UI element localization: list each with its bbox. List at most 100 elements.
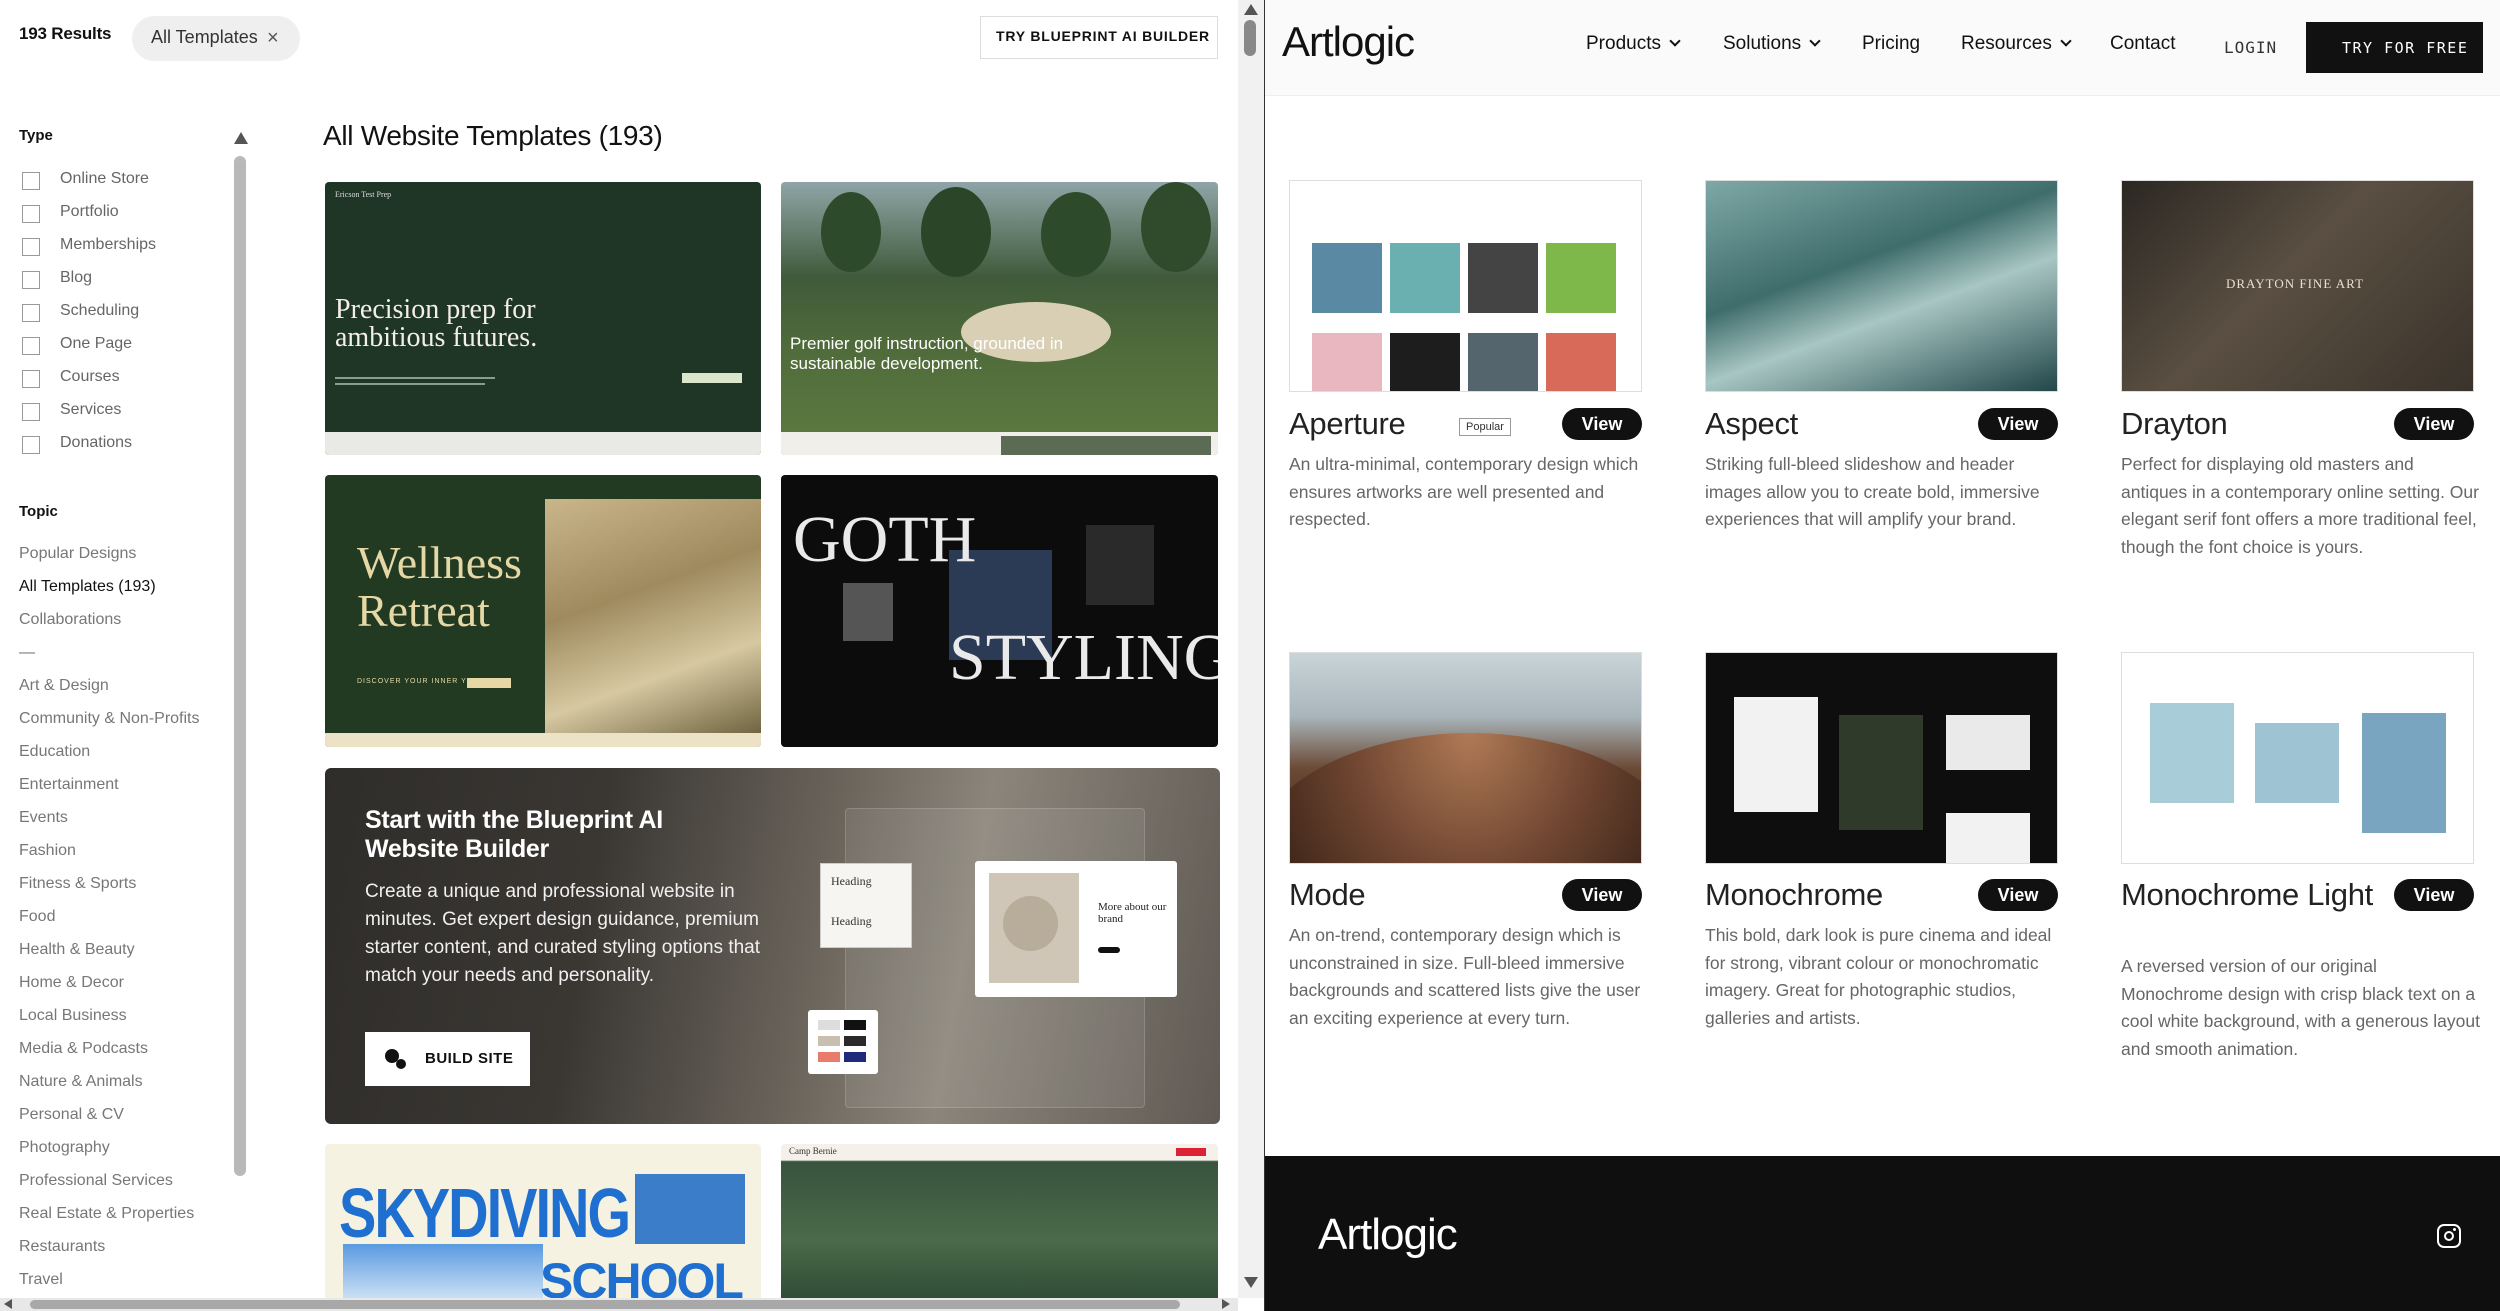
- topic-events[interactable]: Events: [19, 809, 68, 827]
- topic-travel[interactable]: Travel: [19, 1271, 63, 1289]
- topic-local-business[interactable]: Local Business: [19, 1007, 127, 1025]
- template-card-golf[interactable]: Premier golf instruction, grounded in su…: [781, 182, 1218, 455]
- collapse-arrow-icon[interactable]: [234, 132, 248, 144]
- topic-media-podcasts[interactable]: Media & Podcasts: [19, 1040, 148, 1058]
- template-name-monochrome: Monochrome: [1705, 877, 1883, 912]
- view-button-mode[interactable]: View: [1562, 879, 1642, 911]
- checkbox-label: Memberships: [60, 236, 157, 253]
- login-link[interactable]: LOGIN: [2224, 38, 2277, 57]
- filter-chip-all-templates[interactable]: All Templates ×: [132, 16, 300, 61]
- checkbox[interactable]: [22, 436, 40, 454]
- topic-food[interactable]: Food: [19, 908, 55, 926]
- checkbox[interactable]: [22, 238, 40, 256]
- checkbox[interactable]: [22, 403, 40, 421]
- footer-logo[interactable]: Artlogic: [1318, 1210, 1458, 1260]
- chevron-down-icon: [1669, 35, 1681, 47]
- template-headline: SKYDIVING: [339, 1173, 631, 1252]
- checkbox[interactable]: [22, 370, 40, 388]
- aspect-thumbnail[interactable]: [1705, 180, 2058, 392]
- topic-real-estate[interactable]: Real Estate & Properties: [19, 1205, 194, 1223]
- topic-professional-services[interactable]: Professional Services: [19, 1172, 173, 1190]
- template-card-wellness[interactable]: Wellness Retreat DISCOVER YOUR INNER YOU: [325, 475, 761, 747]
- checkbox-label: Services: [60, 401, 122, 418]
- checkbox[interactable]: [22, 271, 40, 289]
- site-header: Artlogic Products Solutions Pricing Reso…: [1265, 0, 2500, 96]
- topic-community[interactable]: Community & Non-Profits: [19, 710, 200, 728]
- checkbox[interactable]: [22, 304, 40, 322]
- view-button-aperture[interactable]: View: [1562, 408, 1642, 440]
- topic-all-templates[interactable]: All Templates (193): [19, 578, 156, 596]
- results-count: 193 Results: [19, 24, 112, 43]
- topic-education[interactable]: Education: [19, 743, 90, 761]
- filter-chip-label: All Templates: [151, 27, 258, 47]
- nav-label: Contact: [2110, 33, 2176, 54]
- template-sub: DISCOVER YOUR INNER YOU: [357, 678, 480, 685]
- mode-thumbnail[interactable]: [1289, 652, 1642, 864]
- topic-art-design[interactable]: Art & Design: [19, 677, 109, 695]
- template-brand: Camp Bernie: [789, 1146, 837, 1156]
- topic-photography[interactable]: Photography: [19, 1139, 110, 1157]
- topic-separator: —: [19, 644, 35, 661]
- sidebar-scrollbar[interactable]: [234, 156, 246, 1176]
- drayton-overlay-text: DRAYTON FINE ART: [2226, 276, 2365, 291]
- topic-personal-cv[interactable]: Personal & CV: [19, 1106, 124, 1124]
- nav-contact[interactable]: Contact: [2110, 33, 2175, 55]
- template-card-goth-styling[interactable]: GOTH STYLING: [781, 475, 1218, 747]
- type-filter-title: Type: [19, 127, 53, 144]
- topic-fitness-sports[interactable]: Fitness & Sports: [19, 875, 136, 893]
- page-horizontal-scrollbar[interactable]: [0, 1298, 1238, 1311]
- artlogic-logo[interactable]: Artlogic: [1282, 18, 1415, 66]
- template-desc-drayton: Perfect for displaying old masters and a…: [2121, 454, 2479, 557]
- checkbox-label: Portfolio: [60, 203, 119, 220]
- monochrome-thumbnail[interactable]: [1705, 652, 2058, 864]
- page-vertical-scrollbar[interactable]: [1238, 0, 1264, 1298]
- mock-more-text: More about our brand: [1098, 901, 1167, 925]
- template-card-skydiving[interactable]: SKYDIVING SCHOOL: [325, 1144, 761, 1298]
- checkbox[interactable]: [22, 337, 40, 355]
- topic-restaurants[interactable]: Restaurants: [19, 1238, 105, 1256]
- nav-label: Solutions: [1723, 33, 1802, 54]
- view-button-aspect[interactable]: View: [1978, 408, 2058, 440]
- topic-fashion[interactable]: Fashion: [19, 842, 76, 860]
- template-card-test-prep[interactable]: Ericson Test Prep Precision prep for amb…: [325, 182, 761, 455]
- topic-entertainment[interactable]: Entertainment: [19, 776, 119, 794]
- scroll-left-icon[interactable]: [4, 1299, 12, 1309]
- topic-health-beauty[interactable]: Health & Beauty: [19, 941, 135, 959]
- aperture-thumbnail[interactable]: [1289, 180, 1642, 392]
- scroll-down-icon[interactable]: [1244, 1277, 1258, 1288]
- close-icon[interactable]: ×: [267, 27, 279, 50]
- scroll-right-icon[interactable]: [1222, 1299, 1230, 1309]
- topic-home-decor[interactable]: Home & Decor: [19, 974, 124, 992]
- template-desc-monochrome-light: A reversed version of our original Monoc…: [2121, 956, 2480, 1059]
- template-desc-aperture: An ultra-minimal, contemporary design wh…: [1289, 454, 1639, 529]
- scroll-up-icon[interactable]: [1244, 4, 1258, 15]
- topic-popular-designs[interactable]: Popular Designs: [19, 545, 136, 563]
- drayton-thumbnail[interactable]: DRAYTON FINE ART: [2121, 180, 2474, 392]
- site-footer: Artlogic: [1265, 1156, 2500, 1311]
- checkbox[interactable]: [22, 205, 40, 223]
- try-for-free-button[interactable]: TRY FOR FREE: [2306, 22, 2483, 73]
- try-blueprint-button[interactable]: TRY BLUEPRINT AI BUILDER: [980, 16, 1218, 59]
- monochrome-light-thumbnail[interactable]: [2121, 652, 2474, 864]
- topic-collaborations[interactable]: Collaborations: [19, 611, 121, 629]
- view-button-monochrome-light[interactable]: View: [2394, 879, 2474, 911]
- nav-resources[interactable]: Resources: [1961, 33, 2072, 55]
- nav-solutions[interactable]: Solutions: [1723, 33, 1821, 55]
- scrollbar-thumb[interactable]: [30, 1300, 1180, 1309]
- checkbox-label: Courses: [60, 368, 120, 385]
- template-card-camp-bernie[interactable]: Camp Bernie: [781, 1144, 1218, 1298]
- scrollbar-thumb[interactable]: [1244, 20, 1256, 56]
- template-browser-pane: 193 Results All Templates × TRY BLUEPRIN…: [0, 0, 1238, 1298]
- popular-badge: Popular: [1459, 418, 1511, 436]
- instagram-icon[interactable]: [2437, 1224, 2461, 1248]
- chevron-down-icon: [2060, 35, 2072, 47]
- build-site-button[interactable]: BUILD SITE: [365, 1032, 530, 1086]
- view-button-monochrome[interactable]: View: [1978, 879, 2058, 911]
- nav-pricing[interactable]: Pricing: [1862, 33, 1920, 55]
- topic-nature-animals[interactable]: Nature & Animals: [19, 1073, 143, 1091]
- checkbox[interactable]: [22, 172, 40, 190]
- view-button-drayton[interactable]: View: [2394, 408, 2474, 440]
- promo-description: Create a unique and professional website…: [365, 881, 761, 986]
- nav-products[interactable]: Products: [1586, 33, 1681, 55]
- checkbox-label: Scheduling: [60, 302, 140, 319]
